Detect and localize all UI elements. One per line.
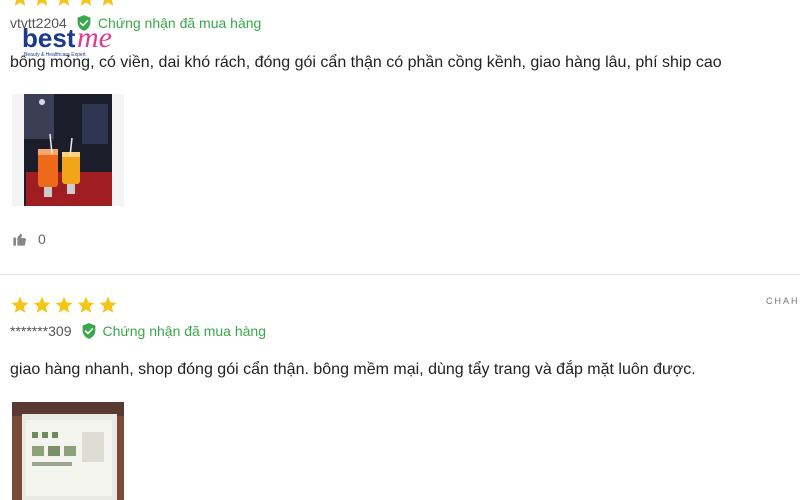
verified-check-icon [82, 323, 95, 339]
star-icon [14, 0, 26, 6]
star-icon [102, 0, 114, 6]
star-icon [77, 296, 95, 313]
side-watermark-text: CHAH [766, 296, 800, 306]
reviewer-username: *******309 [10, 323, 72, 339]
review-1-rating [10, 0, 118, 8]
review-text: giao hàng nhanh, shop đóng gói cẩn thận.… [10, 361, 696, 378]
svg-text:me: me [77, 22, 112, 54]
star-icon [11, 296, 29, 313]
cotton-pad-photo-image [12, 402, 124, 500]
bestme-logo: best me Beauty & Healthcare Expert [22, 22, 112, 58]
thumbs-up-icon[interactable] [12, 231, 28, 247]
star-icon [58, 0, 70, 6]
star-icon [36, 0, 48, 6]
juice-photo-image [12, 94, 124, 206]
review-photo[interactable] [12, 402, 124, 500]
svg-text:best: best [22, 23, 76, 53]
review-photo[interactable] [12, 94, 124, 206]
star-icon [99, 296, 117, 313]
review-text: bông mỏng, có viền, dai khó rách, đóng g… [10, 54, 722, 71]
review-2-rating [10, 295, 118, 315]
verified-purchase-badge: Chứng nhận đã mua hàng [80, 322, 267, 340]
review-1-like[interactable]: 0 [12, 231, 46, 247]
star-icon [33, 296, 51, 313]
review-divider [0, 274, 800, 275]
review-2-user-row: *******309 Chứng nhận đã mua hàng [10, 322, 266, 340]
like-count: 0 [38, 231, 46, 247]
star-icon [80, 0, 92, 6]
verified-label: Chứng nhận đã mua hàng [102, 323, 267, 339]
star-icon [55, 296, 73, 313]
